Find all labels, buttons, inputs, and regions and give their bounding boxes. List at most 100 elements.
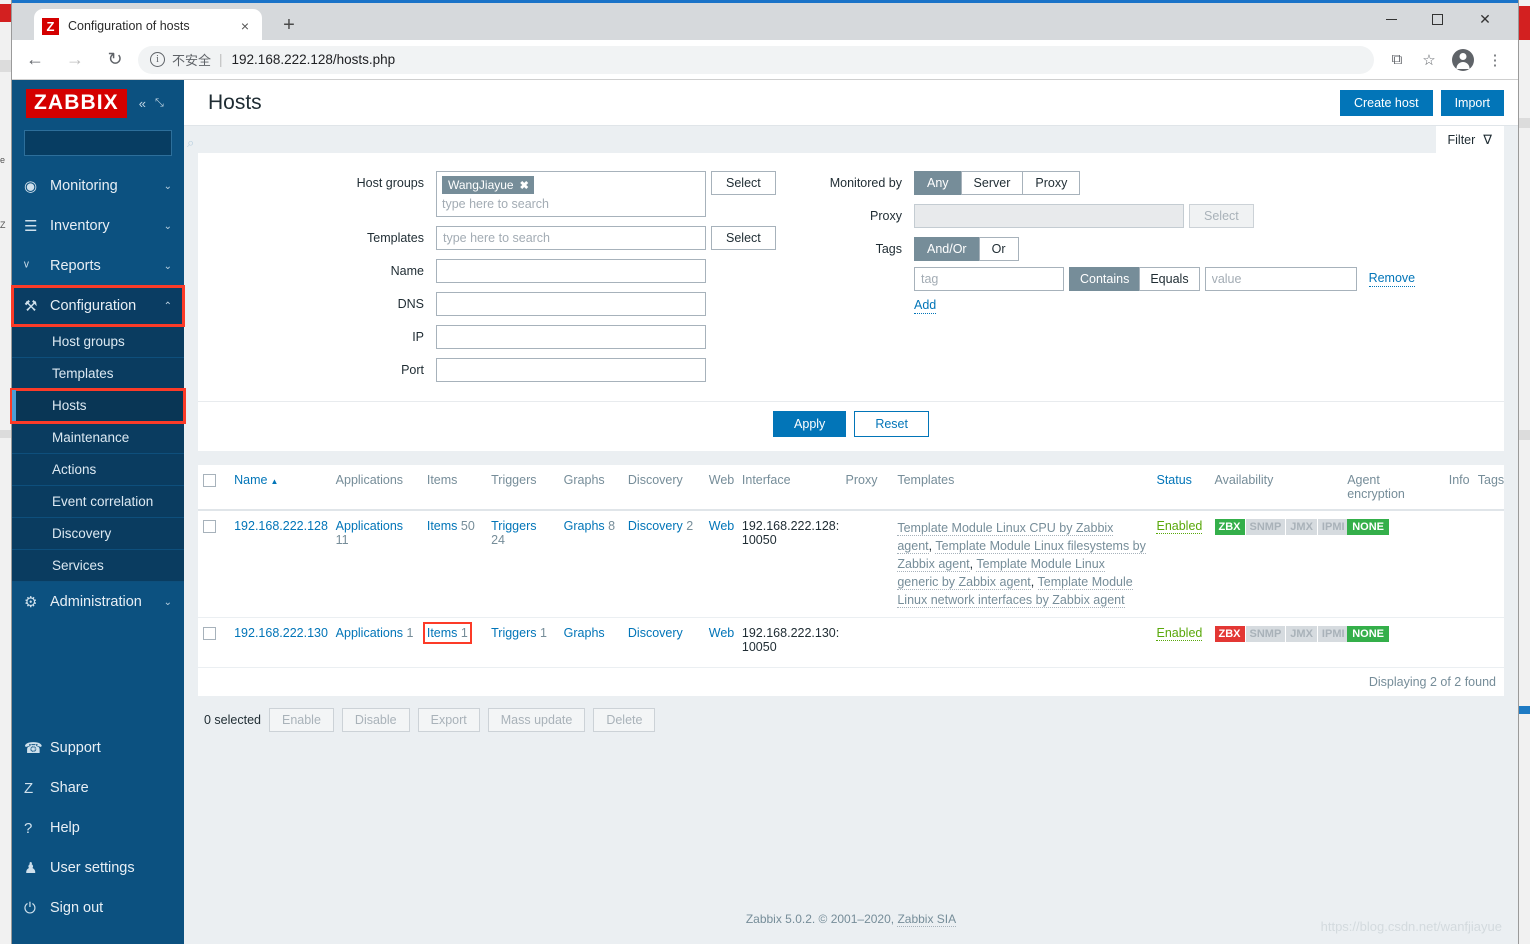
tags-operator-andor[interactable]: And/Or (914, 237, 979, 261)
filter-row-monitored-by: Monitored by Any Server Proxy (816, 171, 1504, 195)
import-button[interactable]: Import (1440, 89, 1504, 116)
sidebar-search[interactable]: ⌕ (24, 130, 194, 156)
column-header-name[interactable]: Name ▲ (229, 465, 331, 511)
sidebar-item-help[interactable]: ? Help (12, 808, 184, 848)
window-close-button[interactable]: ✕ (1462, 3, 1508, 35)
delete-button[interactable]: Delete (593, 708, 656, 732)
sidebar-item-event-correlation[interactable]: Event correlation (12, 486, 184, 518)
sidebar-item-administration[interactable]: ⚙ Administration ⌄ (12, 582, 184, 622)
tab-close-icon[interactable]: × (236, 18, 254, 34)
window-minimize-button[interactable] (1368, 3, 1414, 35)
status-link[interactable]: Enabled (1156, 519, 1203, 534)
tag-match-equals[interactable]: Equals (1139, 267, 1200, 291)
monitored-by-segmented[interactable]: Any Server Proxy (914, 171, 1081, 195)
sort-arrow-icon: ▲ (270, 477, 279, 486)
tag-match-segmented[interactable]: Contains Equals (1069, 267, 1200, 291)
dns-input[interactable] (436, 292, 706, 316)
proxy-input[interactable] (914, 204, 1184, 228)
applications-link[interactable]: Applications (336, 519, 403, 533)
back-button[interactable]: ← (18, 43, 52, 77)
create-host-button[interactable]: Create host (1339, 89, 1433, 116)
web-link[interactable]: Web (709, 519, 734, 533)
sidebar-item-user-settings[interactable]: ♟ User settings (12, 848, 184, 888)
items-link[interactable]: Items (427, 519, 458, 533)
zabbix-sia-link[interactable]: Zabbix SIA (897, 912, 957, 927)
discovery-link[interactable]: Discovery (628, 519, 683, 533)
sidebar-item-templates[interactable]: Templates (12, 358, 184, 390)
triggers-link[interactable]: Triggers (491, 626, 536, 640)
proxy-select-button[interactable]: Select (1189, 204, 1254, 228)
apply-button[interactable]: Apply (773, 411, 847, 437)
triggers-link[interactable]: Triggers (491, 519, 536, 533)
sidebar-item-share[interactable]: Z Share (12, 768, 184, 808)
host-name-link[interactable]: 192.168.222.128 (234, 519, 328, 533)
sidebar-item-hosts[interactable]: Hosts (10, 388, 186, 424)
applications-link[interactable]: Applications (336, 626, 403, 640)
sidebar-item-sign-out[interactable]: ⏻ Sign out (12, 888, 184, 928)
reload-button[interactable]: ↻ (98, 43, 132, 77)
tag-value-input[interactable] (1204, 267, 1357, 291)
site-info-icon[interactable]: i (150, 52, 165, 67)
row-checkbox[interactable] (203, 520, 216, 534)
tab-filter[interactable]: Filter ∇ (1435, 126, 1504, 153)
select-all-checkbox[interactable] (203, 474, 216, 488)
sidebar-item-host-groups[interactable]: Host groups (12, 326, 184, 358)
status-link[interactable]: Enabled (1156, 626, 1203, 641)
tag-remove-link[interactable]: Remove (1368, 271, 1416, 287)
tags-operator-segmented[interactable]: And/Or Or (914, 237, 1019, 261)
forward-button[interactable]: → (58, 43, 92, 77)
sidebar-item-inventory[interactable]: ☰ Inventory ⌄ (12, 206, 184, 246)
graphs-link[interactable]: Graphs (564, 626, 605, 640)
graphs-link[interactable]: Graphs (564, 519, 605, 533)
host-groups-select-button[interactable]: Select (711, 171, 776, 195)
sidebar-item-actions[interactable]: Actions (12, 454, 184, 486)
row-checkbox[interactable] (203, 627, 216, 641)
profile-avatar-icon[interactable] (1452, 48, 1474, 71)
host-group-chip[interactable]: WangJiayue ✖ (442, 176, 534, 194)
chip-remove-icon[interactable]: ✖ (520, 179, 529, 192)
translate-icon[interactable]: ⧉ (1382, 45, 1412, 75)
sidebar-item-maintenance[interactable]: Maintenance (12, 422, 184, 454)
sidebar-item-services[interactable]: Services (12, 550, 184, 582)
discovery-link[interactable]: Discovery (628, 626, 683, 640)
sidebar-item-monitoring[interactable]: ◉ Monitoring ⌄ (12, 166, 184, 206)
sidebar-item-label: Reports (50, 258, 101, 274)
tag-name-input[interactable] (914, 267, 1064, 291)
sidebar-hide-icon[interactable]: ⤡ (155, 97, 164, 110)
window-maximize-button[interactable] (1414, 3, 1460, 35)
disable-button[interactable]: Disable (341, 708, 410, 732)
column-header-status[interactable]: Status (1151, 465, 1210, 511)
monitored-by-option-proxy[interactable]: Proxy (1022, 171, 1081, 195)
sidebar-item-support[interactable]: ☎ Support (12, 728, 184, 768)
templates-input[interactable] (436, 226, 706, 250)
address-bar[interactable]: i 不安全 | 192.168.222.128/hosts.php (138, 45, 1374, 74)
tag-add-link[interactable]: Add (914, 298, 937, 314)
port-input[interactable] (436, 358, 706, 382)
templates-select-button[interactable]: Select (711, 226, 776, 250)
web-link[interactable]: Web (709, 626, 734, 640)
sidebar-collapse-icon[interactable]: « (139, 96, 146, 111)
zabbix-logo[interactable]: ZABBIX (26, 88, 127, 118)
tag-match-contains[interactable]: Contains (1069, 267, 1140, 291)
host-name-link[interactable]: 192.168.222.130 (234, 626, 328, 640)
items-link[interactable]: Items (427, 626, 458, 640)
monitored-by-option-server[interactable]: Server (960, 171, 1023, 195)
bookmark-star-icon[interactable]: ☆ (1414, 45, 1444, 75)
sidebar-item-discovery[interactable]: Discovery (12, 518, 184, 550)
host-groups-input[interactable]: WangJiayue ✖ type here to search (436, 171, 706, 217)
reset-button[interactable]: Reset (854, 411, 929, 437)
tags-operator-or[interactable]: Or (978, 237, 1019, 261)
export-button[interactable]: Export (417, 708, 480, 732)
sidebar-item-configuration[interactable]: ⚒ Configuration ⌃ (11, 285, 185, 327)
bar-chart-icon: ᵛ (24, 257, 29, 275)
sidebar-search-input[interactable] (32, 136, 187, 150)
browser-menu-icon[interactable]: ⋮ (1480, 45, 1510, 75)
sidebar-item-reports[interactable]: ᵛ Reports ⌄ (12, 246, 184, 286)
name-input[interactable] (436, 259, 706, 283)
browser-tab[interactable]: Z Configuration of hosts × (34, 9, 262, 43)
ip-input[interactable] (436, 325, 706, 349)
monitored-by-option-any[interactable]: Any (914, 171, 961, 195)
enable-button[interactable]: Enable (268, 708, 334, 732)
new-tab-button[interactable]: + (277, 14, 301, 38)
mass-update-button[interactable]: Mass update (487, 708, 586, 732)
